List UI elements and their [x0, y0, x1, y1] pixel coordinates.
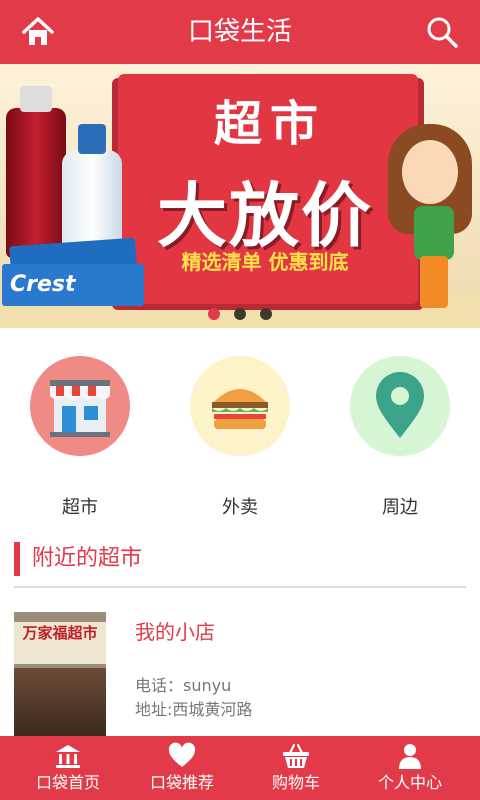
toothpaste-box-image: Crest	[2, 264, 144, 306]
category-nearby[interactable]: 周边	[340, 356, 460, 518]
store-front-image	[14, 668, 106, 736]
top-app-bar: 口袋生活	[0, 0, 480, 64]
storefront-icon	[30, 356, 130, 456]
nav-label: 口袋首页	[35, 773, 100, 792]
map-pin-icon	[350, 356, 450, 456]
section-accent-bar	[14, 542, 20, 576]
category-supermarket[interactable]: 超市	[20, 356, 140, 518]
store-sign-text: 万家福超市	[14, 622, 106, 664]
bank-icon	[54, 742, 82, 770]
nav-item-cart[interactable]: 购物车	[236, 736, 356, 800]
section-header: 附近的超市	[0, 530, 480, 588]
nav-label: 个人中心	[377, 773, 442, 792]
store-card[interactable]: 万家福超市 我的小店 电话：sunyu 地址:西城黄河路	[0, 600, 480, 736]
nav-item-profile[interactable]: 个人中心	[350, 736, 470, 800]
heart-icon	[168, 742, 196, 770]
search-icon[interactable]	[424, 14, 460, 50]
carousel-dot[interactable]	[260, 308, 272, 320]
girl-body	[414, 206, 454, 260]
girl-face	[402, 140, 458, 204]
nav-label: 口袋推荐	[149, 773, 214, 792]
divider	[14, 586, 466, 588]
category-label: 超市	[62, 497, 98, 518]
store-name: 我的小店	[135, 620, 215, 644]
carousel-dot[interactable]	[234, 308, 246, 320]
store-address: 地址:西城黄河路	[135, 700, 253, 719]
section-title: 附近的超市	[32, 546, 143, 571]
basket-icon	[282, 742, 310, 770]
product-brand-label: Crest	[10, 272, 76, 297]
bottom-nav: 口袋首页 口袋推荐 购物车 个人中心	[0, 736, 480, 800]
nav-item-recommend[interactable]: 口袋推荐	[122, 736, 242, 800]
shampoo-bottle-image	[6, 86, 66, 258]
category-takeout[interactable]: 外卖	[180, 356, 300, 518]
nav-item-home[interactable]: 口袋首页	[8, 736, 128, 800]
carousel-dot[interactable]	[208, 308, 220, 320]
page-title: 口袋生活	[187, 17, 292, 47]
category-label: 周边	[382, 497, 418, 518]
burger-icon	[190, 356, 290, 456]
promo-banner[interactable]: 超市 大放价 精选清单 优惠到底 Crest	[0, 64, 480, 328]
banner-slogan: 精选清单 优惠到底	[181, 250, 349, 274]
nav-label: 购物车	[271, 773, 320, 792]
category-label: 外卖	[222, 497, 258, 518]
store-phone: 电话：sunyu	[135, 676, 232, 695]
banner-heading: 超市	[213, 96, 326, 152]
girl-legs	[420, 256, 448, 308]
person-icon	[396, 742, 424, 770]
store-thumbnail: 万家福超市	[14, 612, 106, 736]
category-grid: 超市 外卖 周边	[0, 330, 480, 520]
carousel-indicators	[0, 308, 480, 324]
